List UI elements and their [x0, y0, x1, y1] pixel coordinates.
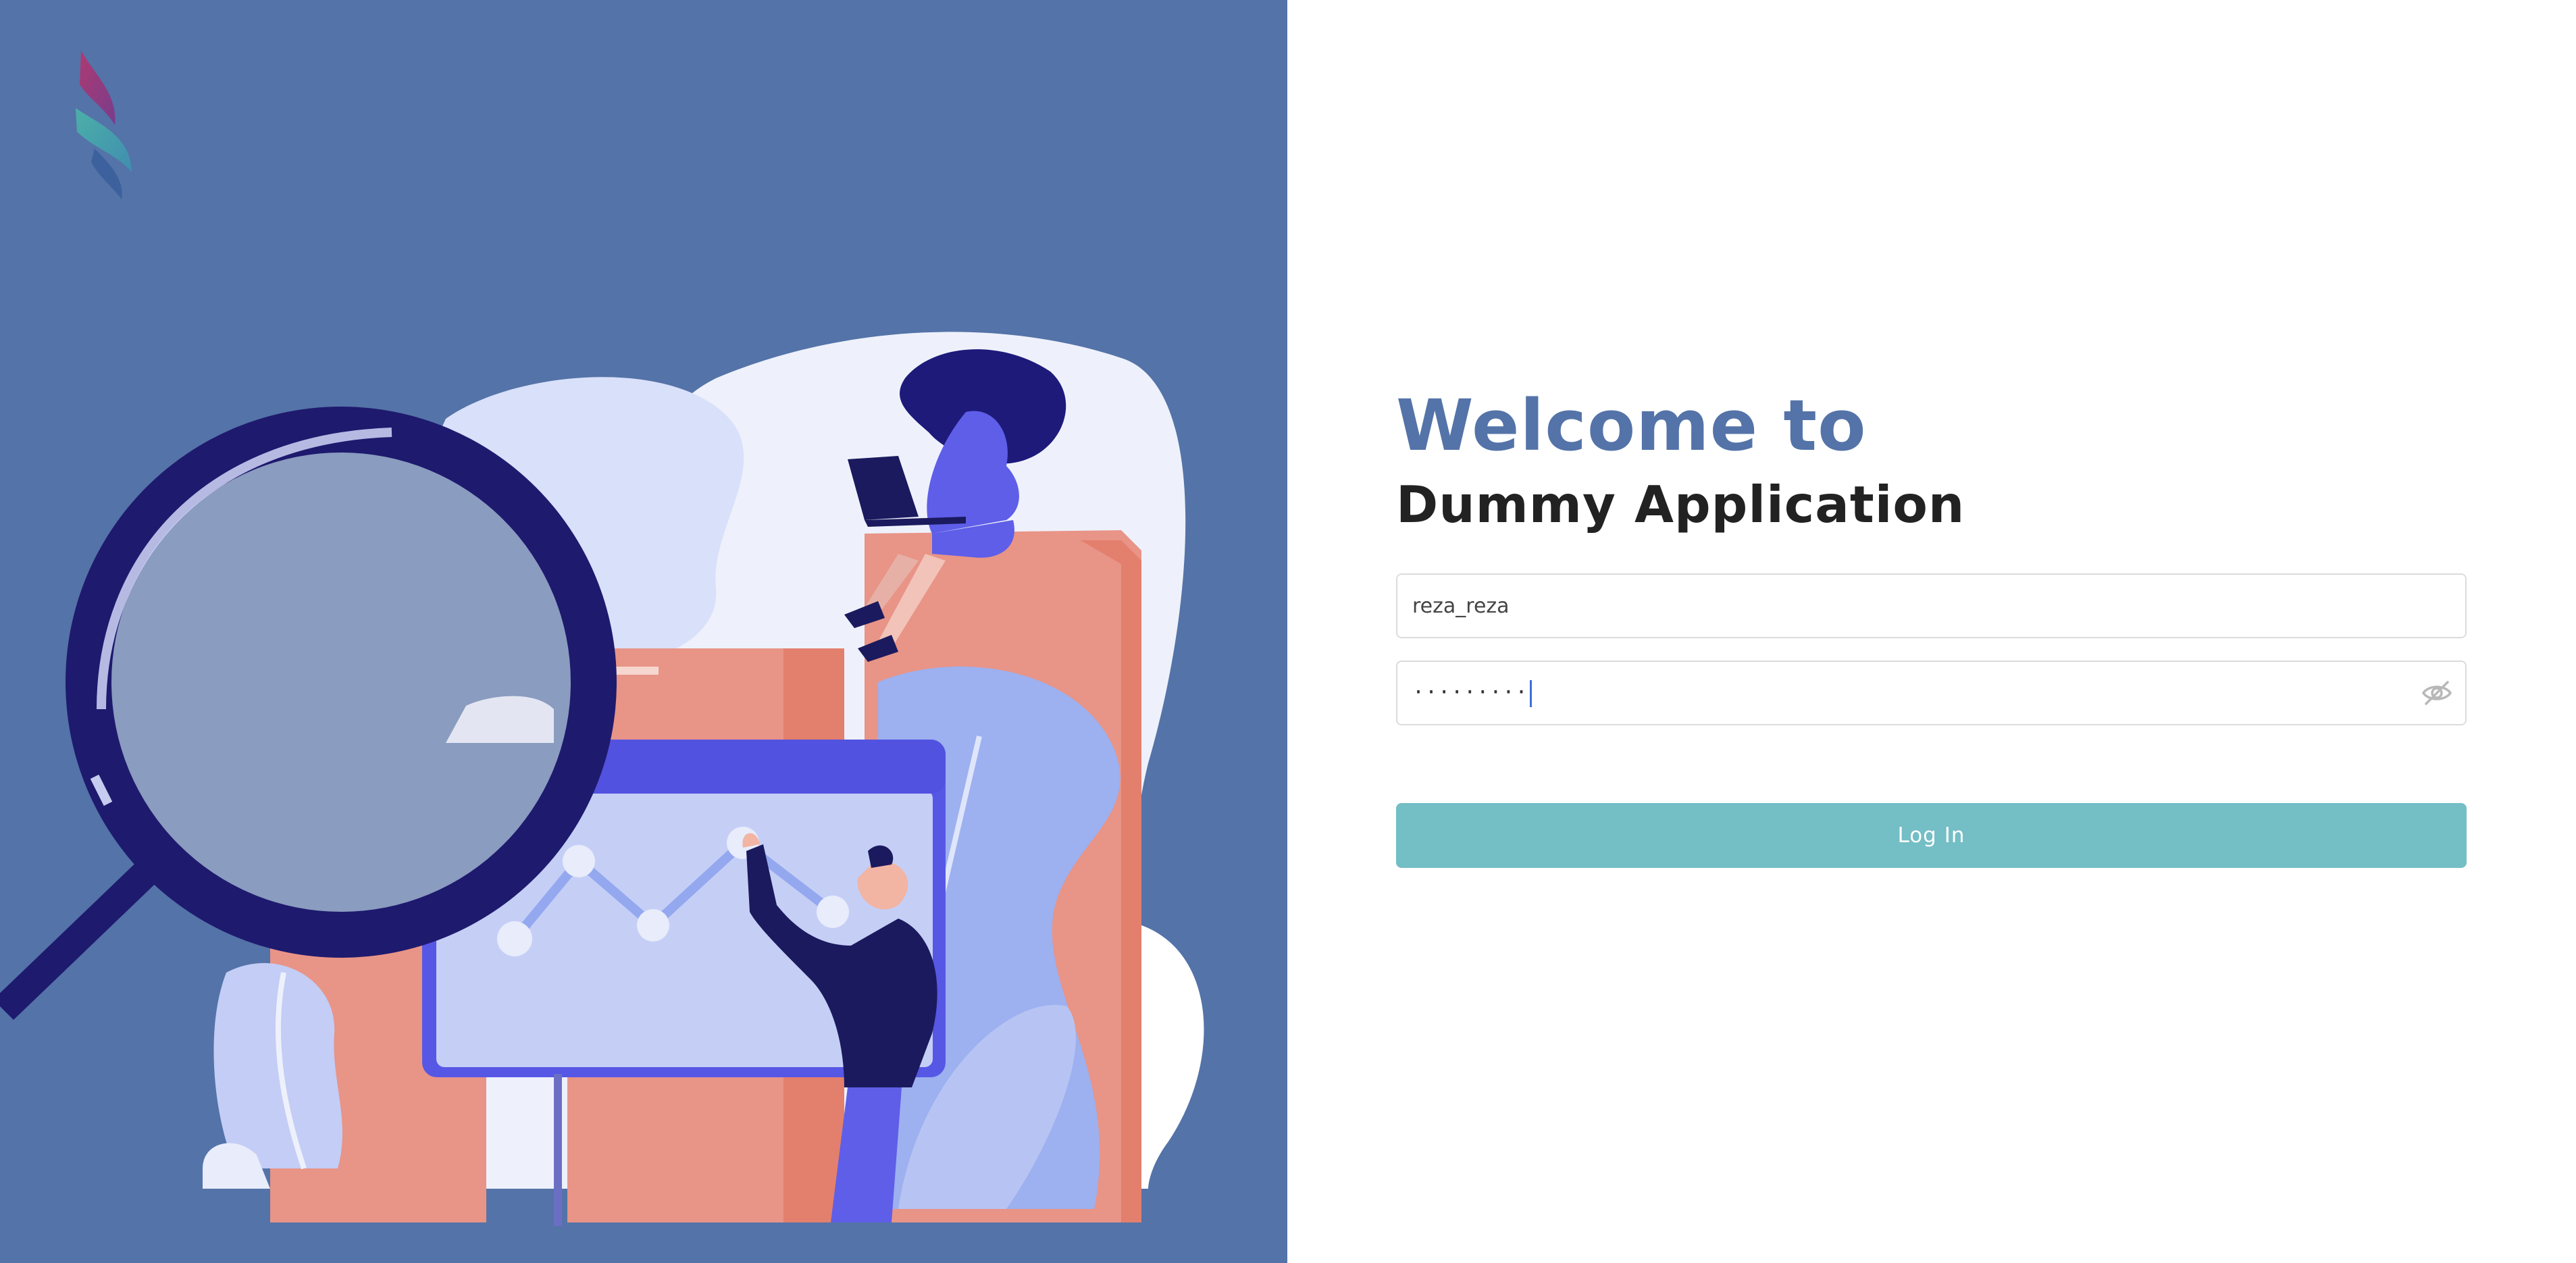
welcome-title: Welcome to: [1396, 384, 1867, 467]
data-analysis-illustration: [0, 332, 1204, 1226]
text-cursor: [1529, 679, 1532, 707]
login-button[interactable]: Log In: [1396, 803, 2467, 868]
flame-logo-icon: [76, 51, 132, 199]
login-panel: Welcome to Dummy Application ········· L…: [1287, 0, 2576, 1263]
username-field[interactable]: [1396, 573, 2467, 638]
app-name-heading: Dummy Application: [1396, 475, 1965, 534]
hero-panel: [0, 0, 1287, 1263]
password-input[interactable]: ·········: [1412, 662, 1532, 724]
eye-slash-icon[interactable]: [2421, 678, 2453, 708]
password-field[interactable]: ·········: [1396, 661, 2467, 725]
username-input[interactable]: [1412, 575, 2385, 637]
login-page: Welcome to Dummy Application ········· L…: [0, 0, 2576, 1263]
password-masked-value: ·········: [1412, 681, 1528, 704]
